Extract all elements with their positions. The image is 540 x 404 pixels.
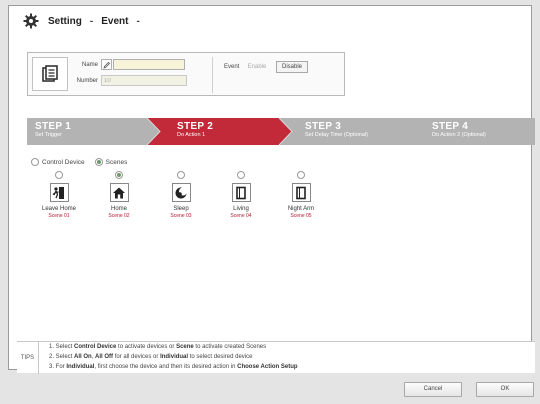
cancel-button[interactable]: Cancel bbox=[404, 382, 462, 397]
divider bbox=[212, 57, 213, 93]
step-2: STEP 2 Do Action 1 bbox=[169, 118, 213, 145]
disable-button[interactable]: Disable bbox=[276, 61, 308, 73]
number-row: Number bbox=[70, 75, 187, 86]
name-label: Name bbox=[81, 61, 98, 68]
tip-line-3: 3. For Individual, first choose the devi… bbox=[49, 364, 298, 370]
scene-item-night-arm[interactable]: Night Arm Scene 05 bbox=[277, 171, 325, 219]
number-label: Number bbox=[76, 77, 98, 84]
step-2-title: STEP 2 bbox=[177, 121, 214, 132]
scene-item-sleep[interactable]: Sleep Scene 03 bbox=[157, 171, 205, 219]
title-trailing: - bbox=[136, 15, 140, 27]
step-wizard: STEP 1 Set Trigger STEP 2 Do Action 1 ST… bbox=[27, 118, 535, 145]
event-info-panel: Name Number Event Enable Disable bbox=[27, 52, 345, 96]
step-1: STEP 1 Set Trigger bbox=[27, 118, 71, 145]
step-4-title: STEP 4 bbox=[432, 121, 469, 132]
sleep-icon bbox=[171, 183, 191, 202]
document-icon bbox=[32, 57, 68, 91]
tip-line-2: 2. Select All On, All Off for all device… bbox=[49, 354, 253, 360]
scene-name: Night Arm bbox=[287, 206, 315, 212]
scene-item-leave-home[interactable]: Leave Home Scene 01 bbox=[35, 171, 83, 219]
scene-name: Living bbox=[233, 206, 249, 212]
step-3-title: STEP 3 bbox=[305, 121, 342, 132]
window-title: Setting - Event - bbox=[48, 16, 140, 27]
control-device-option[interactable]: Control Device bbox=[31, 158, 85, 166]
scene-id: Scene 03 bbox=[170, 213, 192, 219]
scenes-radio[interactable] bbox=[94, 158, 103, 166]
scene-radio[interactable] bbox=[177, 171, 185, 179]
scene-radio[interactable] bbox=[115, 171, 123, 179]
title-bar: Setting - Event - bbox=[9, 6, 531, 36]
ok-button[interactable]: OK bbox=[476, 382, 534, 397]
step-4: STEP 4 Do Action 2 (Optional) bbox=[424, 118, 486, 145]
scene-item-living[interactable]: Living Scene 04 bbox=[217, 171, 265, 219]
tips-label: TIPS bbox=[17, 342, 39, 374]
living-icon bbox=[231, 183, 251, 202]
scene-radio[interactable] bbox=[237, 171, 245, 179]
scene-id: Scene 04 bbox=[230, 213, 252, 219]
step-2-subtitle: Do Action 1 bbox=[177, 132, 206, 138]
number-field[interactable] bbox=[101, 75, 187, 86]
pencil-icon[interactable] bbox=[101, 59, 112, 70]
title-page: Event bbox=[101, 15, 129, 27]
scene-radio[interactable] bbox=[55, 171, 63, 179]
title-separator: - bbox=[89, 15, 94, 27]
title-section: Setting bbox=[48, 15, 82, 27]
event-setting-window: Setting - Event - Name Number 10 Event E… bbox=[8, 5, 535, 374]
night-arm-icon bbox=[291, 183, 311, 202]
scenes-label: Scenes bbox=[105, 158, 128, 166]
name-row: Name bbox=[70, 59, 185, 70]
scene-id: Scene 05 bbox=[290, 213, 312, 219]
gear-icon bbox=[23, 13, 39, 29]
action-type-selector: Control Device Scenes bbox=[31, 158, 137, 166]
scene-item-home[interactable]: Home Scene 02 bbox=[95, 171, 143, 219]
scenes-option[interactable]: Scenes bbox=[94, 158, 128, 166]
step-4-subtitle: Do Action 2 (Optional) bbox=[432, 132, 486, 138]
control-device-label: Control Device bbox=[42, 158, 85, 166]
event-label: Event bbox=[224, 64, 240, 70]
control-device-radio[interactable] bbox=[31, 158, 39, 166]
step-3-subtitle: Set Delay Time (Optional) bbox=[305, 132, 368, 138]
scene-id: Scene 02 bbox=[108, 213, 130, 219]
home-icon bbox=[109, 183, 129, 202]
enable-button[interactable]: Enable bbox=[242, 62, 272, 72]
name-input[interactable] bbox=[113, 59, 185, 70]
scene-radio[interactable] bbox=[297, 171, 305, 179]
scene-name: Sleep bbox=[173, 206, 189, 212]
step-1-subtitle: Set Trigger bbox=[35, 132, 62, 138]
scene-name: Leave Home bbox=[41, 206, 77, 212]
tip-line-1: 1. Select Control Device to activate dev… bbox=[49, 344, 267, 350]
scene-id: Scene 01 bbox=[48, 213, 70, 219]
leave-home-icon bbox=[49, 183, 69, 202]
scene-name: Home bbox=[110, 206, 127, 212]
step-3: STEP 3 Set Delay Time (Optional) bbox=[297, 118, 368, 145]
step-1-title: STEP 1 bbox=[35, 121, 72, 132]
scene-list: Leave Home Scene 01 Home Scene 02 Sleep … bbox=[35, 171, 335, 241]
tips-panel: TIPS 1. Select Control Device to activat… bbox=[17, 341, 535, 374]
